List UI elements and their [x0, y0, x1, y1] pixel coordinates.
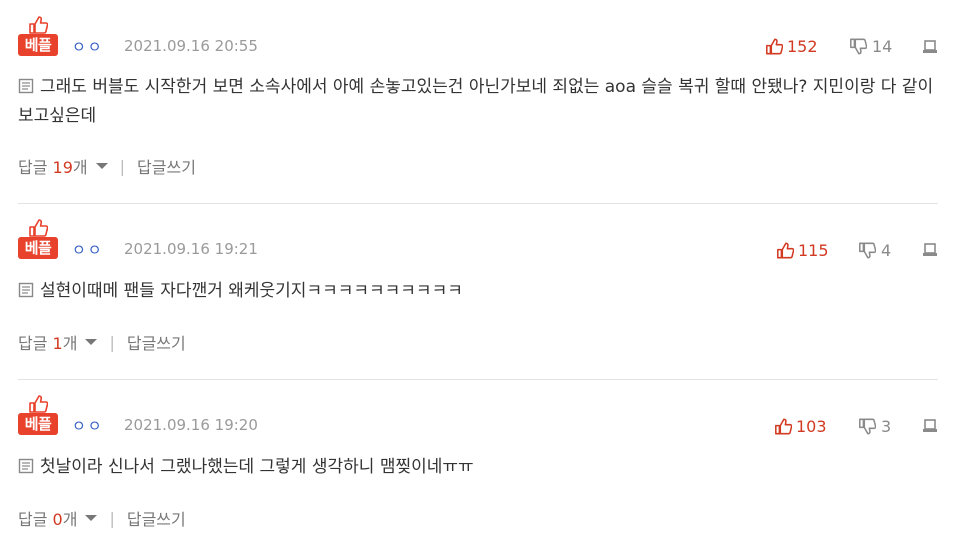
- comment-text: 첫날이라 신나서 그랬나했는데 그렇게 생각하니 맴찢이네ㅠㅠ: [18, 453, 938, 482]
- like-button[interactable]: 152: [765, 37, 818, 56]
- reply-row: 답글 0개 | 답글쓰기: [18, 506, 186, 530]
- username[interactable]: ㅇㅇ: [72, 36, 104, 57]
- thumbs-down-icon: [859, 418, 876, 435]
- comment-date: 2021.09.16 19:20: [124, 416, 258, 434]
- dislike-button[interactable]: 3: [858, 417, 891, 436]
- dislike-count: 14: [872, 37, 893, 56]
- separator: |: [109, 508, 115, 528]
- reply-count: 1: [52, 334, 63, 353]
- document-icon: [18, 78, 34, 94]
- reply-count: 0: [52, 510, 63, 529]
- write-reply-link[interactable]: 답글쓰기: [137, 154, 196, 178]
- comment-text: 그래도 버블도 시작한거 보면 소속사에서 아예 손놓고있는건 아닌가보네 죄없…: [18, 73, 938, 131]
- report-icon[interactable]: [922, 418, 938, 434]
- username[interactable]: ㅇㅇ: [72, 239, 104, 260]
- reply-row: 답글 1개 | 답글쓰기: [18, 330, 186, 354]
- reply-unit: 개: [62, 510, 78, 529]
- document-icon: [18, 282, 34, 298]
- dislike-count: 3: [881, 417, 892, 436]
- like-button[interactable]: 103: [774, 417, 827, 436]
- dislike-count: 4: [881, 241, 892, 260]
- reply-label: 답글: [18, 334, 48, 353]
- reply-toggle[interactable]: 답글 19개: [18, 154, 88, 178]
- reply-label: 답글: [18, 510, 48, 529]
- comment-date: 2021.09.16 20:55: [124, 37, 258, 55]
- write-reply-link[interactable]: 답글쓰기: [127, 506, 186, 530]
- divider: [18, 203, 938, 204]
- thumbs-up-icon: [775, 418, 792, 435]
- report-icon[interactable]: [922, 242, 938, 258]
- report-icon[interactable]: [922, 39, 938, 55]
- dislike-button[interactable]: 4: [858, 241, 891, 260]
- thumbs-up-icon: [29, 219, 48, 237]
- thumbs-up-icon: [29, 395, 48, 413]
- thumbs-up-icon: [29, 16, 48, 34]
- thumbs-down-icon: [850, 38, 867, 55]
- reply-toggle[interactable]: 답글 1개: [18, 330, 77, 354]
- comment-body: 그래도 버블도 시작한거 보면 소속사에서 아예 손놓고있는건 아닌가보네 죄없…: [18, 77, 934, 126]
- like-count: 115: [798, 241, 829, 260]
- reply-row: 답글 19개 | 답글쓰기: [18, 154, 196, 178]
- best-label: 베플: [18, 237, 58, 259]
- caret-down-icon[interactable]: [85, 339, 98, 345]
- thumbs-up-icon: [766, 38, 783, 55]
- write-reply-link[interactable]: 답글쓰기: [127, 330, 186, 354]
- comment-body: 첫날이라 신나서 그랬나했는데 그렇게 생각하니 맴찢이네ㅠㅠ: [40, 457, 474, 477]
- separator: |: [119, 156, 126, 176]
- separator: |: [109, 332, 115, 352]
- comment-body: 설현이때메 팬들 자다깬거 왜케웃기지ㅋㅋㅋㅋㅋㅋㅋㅋㅋㅋ: [40, 281, 463, 301]
- best-comment-badge: 베플: [18, 395, 58, 437]
- comment-date: 2021.09.16 19:21: [124, 240, 258, 258]
- thumbs-up-icon: [777, 242, 794, 259]
- dislike-button[interactable]: 14: [849, 37, 892, 56]
- reply-unit: 개: [72, 158, 88, 177]
- caret-down-icon[interactable]: [85, 515, 98, 521]
- best-label: 베플: [18, 34, 58, 56]
- like-count: 152: [787, 37, 818, 56]
- reply-label: 답글: [18, 158, 48, 177]
- reply-toggle[interactable]: 답글 0개: [18, 506, 77, 530]
- caret-down-icon[interactable]: [95, 163, 108, 169]
- divider: [18, 379, 938, 380]
- like-button[interactable]: 115: [776, 241, 829, 260]
- best-comment-badge: 베플: [18, 16, 58, 58]
- thumbs-down-icon: [859, 242, 876, 259]
- document-icon: [18, 458, 34, 474]
- best-label: 베플: [18, 413, 58, 435]
- reply-count: 19: [52, 158, 73, 177]
- reply-unit: 개: [62, 334, 78, 353]
- username[interactable]: ㅇㅇ: [72, 415, 104, 436]
- comment-text: 설현이때메 팬들 자다깬거 왜케웃기지ㅋㅋㅋㅋㅋㅋㅋㅋㅋㅋ: [18, 277, 938, 306]
- best-comment-badge: 베플: [18, 219, 58, 261]
- like-count: 103: [796, 417, 827, 436]
